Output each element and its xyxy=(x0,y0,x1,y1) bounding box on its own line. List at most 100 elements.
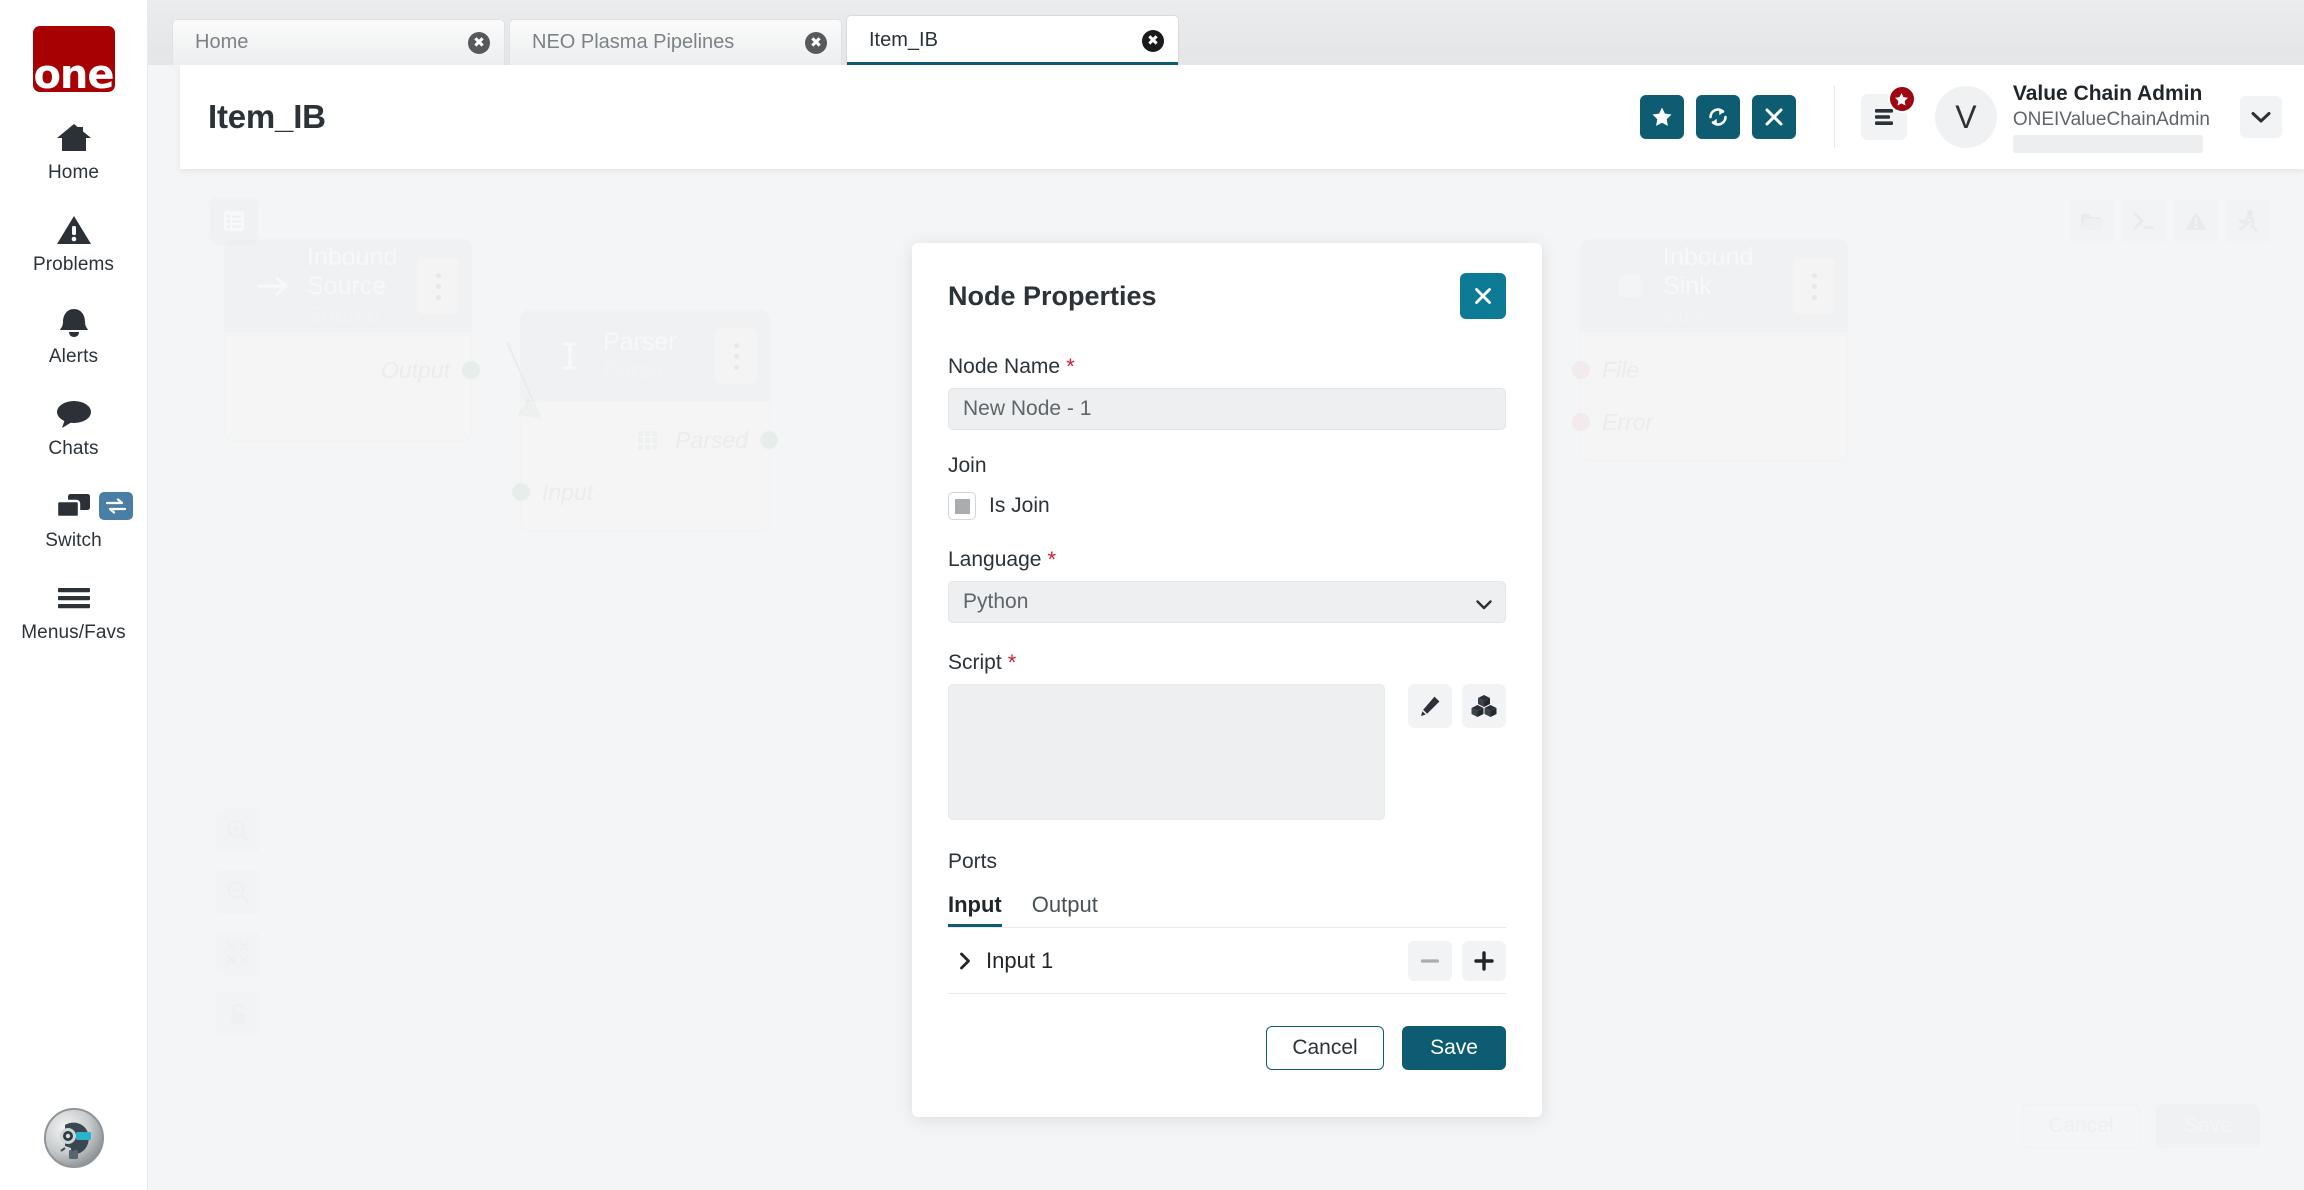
required-asterisk: * xyxy=(1007,650,1017,675)
warning-triangle-icon xyxy=(56,210,92,250)
node-port-row[interactable]: File xyxy=(1572,344,1847,396)
remove-port-button[interactable] xyxy=(1408,940,1452,981)
cubes-packages-icon xyxy=(1471,695,1497,717)
open-folder-tool[interactable] xyxy=(2070,199,2114,243)
port-dot[interactable] xyxy=(462,361,480,379)
user-login-name: ONEIValueChainAdmin xyxy=(2012,108,2210,130)
close-circle-icon[interactable]: ✖ xyxy=(1142,29,1164,52)
canvas-cancel-button[interactable]: Cancel xyxy=(2022,1104,2140,1148)
canvas-save-button[interactable]: Save xyxy=(2156,1104,2260,1148)
port-dot[interactable] xyxy=(512,483,530,501)
port-label: Parsed xyxy=(675,426,748,453)
refresh-button[interactable] xyxy=(1695,95,1740,139)
edit-script-button[interactable] xyxy=(1408,684,1452,728)
node-menu-button[interactable] xyxy=(417,258,459,314)
dialog-close-button[interactable] xyxy=(1460,273,1506,319)
node-menu-button[interactable] xyxy=(715,328,757,384)
star-icon xyxy=(1652,107,1672,126)
node-port-row[interactable]: Parsed xyxy=(521,414,778,466)
join-section-label: Join xyxy=(948,454,987,477)
port-dot[interactable] xyxy=(760,431,778,449)
swap-arrows-icon[interactable] xyxy=(98,492,133,520)
node-ports: Output xyxy=(225,332,480,440)
node-port-row[interactable]: Output xyxy=(225,344,480,396)
user-menu-toggle[interactable] xyxy=(2240,96,2282,138)
node-title: Inbound Sink xyxy=(1663,242,1754,301)
fit-to-screen-tool[interactable] xyxy=(216,931,260,975)
add-port-button[interactable] xyxy=(1462,940,1506,981)
chevron-right-icon[interactable] xyxy=(948,952,982,970)
tab-item-ib[interactable]: Item_IB ✖ xyxy=(846,15,1179,65)
chat-bubble-icon xyxy=(55,394,93,434)
dialog-title: Node Properties xyxy=(948,281,1157,311)
tab-ports-input[interactable]: Input xyxy=(948,892,1002,927)
sidebar-item-switch[interactable]: Switch xyxy=(11,486,137,552)
is-join-checkbox[interactable] xyxy=(948,492,976,520)
port-dot[interactable] xyxy=(1572,413,1590,431)
zoom-in-tool[interactable] xyxy=(216,809,260,853)
favorites-badge xyxy=(1887,85,1916,113)
tab-ports-output[interactable]: Output xyxy=(1032,892,1098,927)
dialog-header: Node Properties xyxy=(948,243,1506,327)
close-x-icon xyxy=(1475,288,1491,304)
run-tool[interactable] xyxy=(2226,199,2270,243)
port-list-item-label: Input 1 xyxy=(986,947,1054,973)
node-port-row[interactable]: Error xyxy=(1572,396,1847,448)
sidebar-item-label: Problems xyxy=(32,254,115,275)
pipeline-node-inbound-source[interactable]: Inbound Source Source Output xyxy=(224,239,480,441)
node-ports: File Error xyxy=(1572,332,1847,460)
close-circle-icon[interactable]: ✖ xyxy=(805,31,827,54)
node-name-input[interactable] xyxy=(948,388,1506,430)
port-dot[interactable] xyxy=(1572,361,1590,379)
node-title: Inbound Source xyxy=(307,242,398,301)
tab-home[interactable]: Home ✖ xyxy=(172,19,505,65)
tab-neo-plasma-pipelines[interactable]: NEO Plasma Pipelines ✖ xyxy=(509,19,842,65)
script-textarea[interactable] xyxy=(948,684,1385,820)
script-packages-button[interactable] xyxy=(1462,684,1506,728)
page-header: Item_IB V Value Chain Admin ONEIValueCha… xyxy=(180,65,2304,169)
avatar[interactable]: V xyxy=(1934,86,1997,148)
minus-icon xyxy=(1421,958,1439,963)
sidebar-item-alerts[interactable]: Alerts xyxy=(11,302,137,368)
brand-logo[interactable]: one xyxy=(32,26,115,92)
zoom-out-tool[interactable] xyxy=(216,870,260,914)
close-x-icon xyxy=(1765,108,1783,126)
close-circle-icon[interactable]: ✖ xyxy=(468,31,490,54)
sidebar-item-label: Home xyxy=(47,162,100,183)
pipeline-node-parser[interactable]: Parser Parse Parsed Input xyxy=(512,309,778,531)
zoom-out-icon xyxy=(227,881,250,904)
unlock-icon xyxy=(231,1003,245,1024)
alerts-tool[interactable] xyxy=(2174,199,2218,243)
list-panel-icon[interactable] xyxy=(210,197,258,245)
is-join-checkbox-row[interactable]: Is Join xyxy=(948,492,1506,520)
sidebar-item-home[interactable]: Home xyxy=(11,118,137,184)
ports-section-label: Ports xyxy=(948,850,998,873)
port-label: Error xyxy=(1602,408,1654,435)
node-port-row[interactable]: Input xyxy=(512,466,769,518)
save-button[interactable]: Save xyxy=(1402,1026,1506,1070)
language-select-wrapper: Python xyxy=(948,581,1506,623)
menus-favorites-button[interactable] xyxy=(1860,85,1916,140)
node-menu-button[interactable] xyxy=(1793,258,1835,314)
sidebar-item-menus-favs[interactable]: Menus/Favs xyxy=(11,578,137,644)
node-titles: Inbound Sink Sink xyxy=(1663,243,1793,329)
close-button[interactable] xyxy=(1751,95,1796,139)
pipeline-node-inbound-sink[interactable]: Inbound Sink Sink File Error xyxy=(1572,239,1848,461)
node-properties-dialog: Node Properties Node Name * Join Is Join… xyxy=(912,243,1542,1117)
refresh-icon xyxy=(1709,108,1727,126)
port-list-item[interactable]: Input 1 xyxy=(948,928,1506,994)
node-name-label: Node Name * xyxy=(948,354,1075,379)
lock-canvas-tool[interactable] xyxy=(216,992,260,1036)
required-asterisk: * xyxy=(1047,547,1056,572)
script-label: Script * xyxy=(948,650,1017,675)
cancel-button[interactable]: Cancel xyxy=(1266,1026,1384,1070)
ai-assistant-avatar[interactable] xyxy=(43,1108,104,1168)
language-label: Language * xyxy=(948,547,1056,572)
sidebar-item-problems[interactable]: Problems xyxy=(11,210,137,276)
sidebar-item-chats[interactable]: Chats xyxy=(11,394,137,460)
language-select[interactable]: Python xyxy=(948,581,1506,623)
terminal-tool[interactable] xyxy=(2122,199,2166,243)
favorite-button[interactable] xyxy=(1639,95,1684,139)
terminal-icon xyxy=(2133,212,2154,230)
node-subtitle: Parse xyxy=(603,357,664,384)
